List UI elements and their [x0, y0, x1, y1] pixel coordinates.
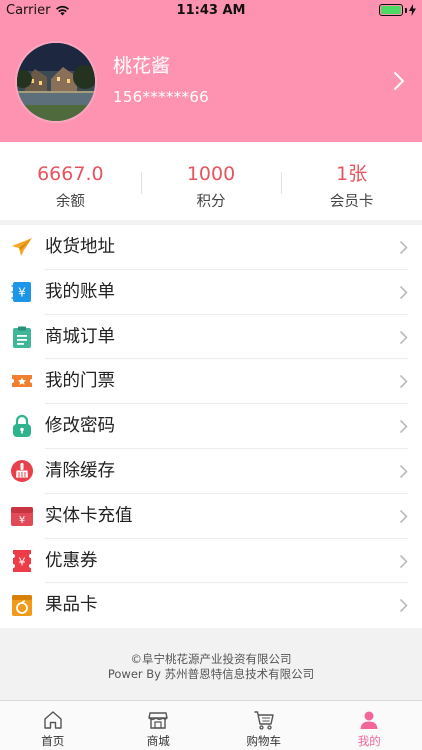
tab-home[interactable]: 首页: [0, 701, 106, 750]
stat-points[interactable]: 1000 积分: [140, 142, 282, 220]
settings-menu: 收货地址 ¥ 我的账单 商城订单 我的门票 修改密码 清除缓存 ¥ 实体卡充值 …: [0, 225, 422, 628]
home-icon: [44, 711, 62, 729]
chevron-right-icon[interactable]: [392, 70, 406, 92]
menu-item-my-tickets[interactable]: 我的门票: [0, 359, 422, 404]
stat-balance[interactable]: 6667.0 余额: [0, 142, 141, 220]
chevron-right-icon: [399, 599, 408, 613]
menu-item-mall-orders[interactable]: 商城订单: [0, 315, 422, 360]
copyright-line: ©阜宁桃花源产业投资有限公司: [130, 652, 292, 666]
stat-membership-cards[interactable]: 1张 会员卡: [281, 142, 422, 220]
chevron-right-icon: [399, 420, 408, 434]
chevron-right-icon: [399, 509, 408, 523]
chevron-right-icon: [399, 554, 408, 568]
tab-mall[interactable]: 商城: [106, 701, 212, 750]
battery-icon: [379, 4, 416, 16]
menu-item-label: 清除缓存: [45, 460, 115, 481]
menu-item-label: 我的账单: [45, 281, 115, 302]
stat-value: 6667.0: [37, 163, 104, 185]
chevron-right-icon: [399, 375, 408, 389]
bill-yen-icon: ¥: [11, 281, 31, 302]
profile-header[interactable]: Carrier 11:43 AM 桃花酱 156******66: [0, 0, 422, 142]
avatar-photo: [17, 43, 95, 121]
chevron-right-icon: [399, 240, 408, 255]
cart-icon: [254, 711, 274, 730]
menu-item-label: 修改密码: [45, 416, 115, 437]
svg-text:¥: ¥: [19, 555, 26, 568]
status-time: 11:43 AM: [176, 3, 246, 18]
stat-value: 1000: [186, 163, 236, 185]
broom-icon: [11, 459, 33, 482]
divider: [281, 172, 283, 194]
profile-name: 桃花酱: [113, 55, 171, 77]
card-yen-icon: ¥: [11, 506, 33, 526]
menu-item-shipping-address[interactable]: 收货地址: [0, 225, 422, 270]
menu-item-label: 实体卡充值: [45, 505, 133, 526]
svg-text:¥: ¥: [18, 285, 26, 299]
store-icon: [148, 712, 168, 729]
tab-label: 首页: [41, 734, 65, 748]
tab-bar: 首页 商城 购物车 我的: [0, 700, 422, 750]
tab-label: 我的: [357, 734, 381, 748]
tab-label: 购物车: [246, 734, 282, 748]
stat-label: 会员卡: [329, 194, 374, 210]
chevron-right-icon: [399, 330, 408, 344]
account-stats: 6667.0 余额 1000 积分 1张 会员卡: [0, 142, 422, 220]
stat-label: 积分: [196, 194, 226, 210]
menu-item-card-recharge[interactable]: ¥ 实体卡充值: [0, 494, 422, 539]
profile-phone: 156******66: [113, 88, 210, 106]
menu-item-label: 果品卡: [45, 595, 98, 616]
status-bar: Carrier 11:43 AM: [0, 0, 422, 22]
tab-label: 商城: [146, 734, 170, 748]
tab-cart[interactable]: 购物车: [211, 701, 317, 750]
menu-item-label: 收货地址: [45, 237, 115, 257]
avatar[interactable]: [15, 41, 97, 123]
menu-item-label: 商城订单: [45, 326, 115, 347]
chevron-right-icon: [399, 285, 408, 299]
menu-item-change-password[interactable]: 修改密码: [0, 404, 422, 449]
copyright: ©阜宁桃花源产业投资有限公司 Power By 苏州普恩特信息技术有限公司: [0, 652, 422, 682]
fruit-box-icon: [12, 595, 32, 617]
lock-icon: [13, 415, 31, 438]
ticket-icon: [12, 375, 32, 388]
menu-item-coupons[interactable]: ¥ 优惠券: [0, 539, 422, 584]
menu-item-label: 优惠券: [45, 550, 98, 571]
user-icon: [360, 711, 378, 729]
charging-bolt-icon: [409, 4, 416, 16]
paper-plane-icon: [12, 238, 32, 256]
coupon-icon: ¥: [13, 549, 31, 572]
menu-item-my-bills[interactable]: ¥ 我的账单: [0, 270, 422, 315]
menu-item-clear-cache[interactable]: 清除缓存: [0, 449, 422, 494]
stat-value: 1张: [336, 163, 368, 185]
powered-by-line: Power By 苏州普恩特信息技术有限公司: [107, 667, 315, 681]
chevron-right-icon: [399, 464, 408, 479]
menu-item-fruit-card[interactable]: 果品卡: [0, 583, 422, 628]
stat-label: 余额: [55, 194, 85, 210]
tab-mine[interactable]: 我的: [317, 701, 422, 750]
menu-item-label: 我的门票: [45, 371, 115, 392]
divider: [140, 172, 142, 194]
svg-text:¥: ¥: [19, 515, 25, 526]
clipboard-icon: [13, 326, 31, 348]
